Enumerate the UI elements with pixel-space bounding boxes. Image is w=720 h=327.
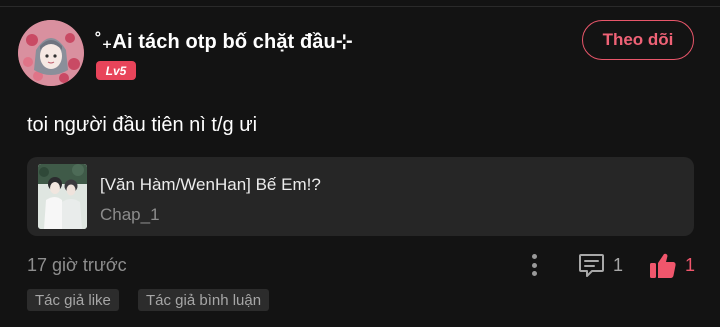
top-divider <box>0 6 720 7</box>
thumbs-up-icon <box>650 253 676 278</box>
story-cover-image-icon <box>38 164 87 229</box>
author-name[interactable]: ˚₊Ai tách otp bố chặt đầu⊹ <box>95 29 353 54</box>
reply-button[interactable]: 1 <box>578 252 623 278</box>
more-dot-icon <box>531 254 537 259</box>
story-card[interactable]: [Văn Hàm/WenHan] Bế Em!? Chap_1 <box>27 157 694 236</box>
comment-bubble-icon <box>579 254 604 277</box>
author-comment-tag: Tác giả bình luận <box>138 289 270 311</box>
follow-button[interactable]: Theo dõi <box>582 20 694 60</box>
avatar-image-icon <box>18 20 84 86</box>
author-like-tag: Tác giả like <box>27 289 119 311</box>
story-title: [Văn Hàm/WenHan] Bế Em!? <box>100 175 321 194</box>
level-badge: Lv5 <box>96 61 136 80</box>
more-options-button[interactable] <box>524 252 544 278</box>
comment-text: toi người đầu tiên nì t/g ưi <box>27 114 258 136</box>
story-chapter: Chap_1 <box>100 205 160 224</box>
author-avatar[interactable] <box>18 20 84 86</box>
like-button[interactable]: 1 <box>649 251 695 279</box>
more-dot-icon <box>531 271 537 276</box>
reply-count: 1 <box>613 254 624 275</box>
like-count: 1 <box>685 254 696 275</box>
more-dot-icon <box>531 262 537 268</box>
comment-timestamp: 17 giờ trước <box>27 255 127 275</box>
story-thumbnail <box>38 164 87 229</box>
